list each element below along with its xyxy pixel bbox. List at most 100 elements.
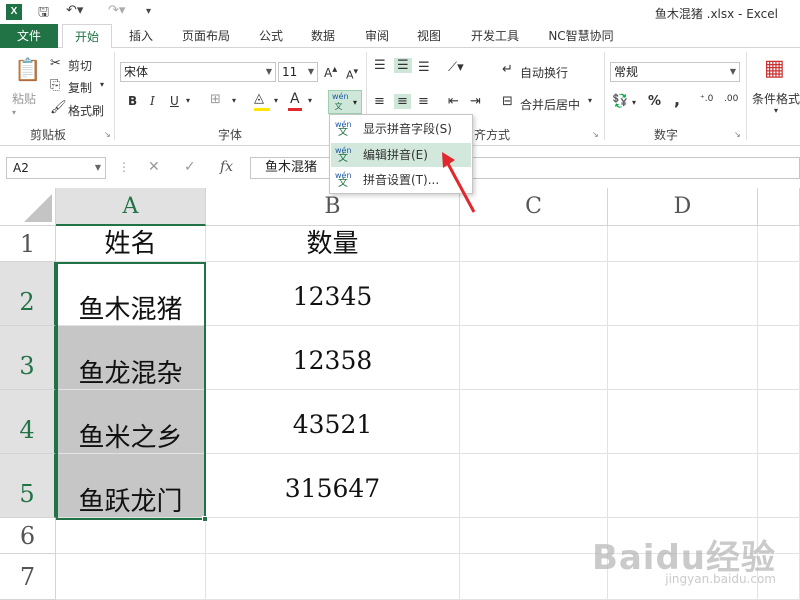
copy-button[interactable]: 复制 — [68, 79, 92, 96]
select-all-corner[interactable] — [0, 188, 56, 226]
cell-a3[interactable]: 鱼龙混杂 — [56, 326, 206, 390]
cell-d5[interactable] — [608, 454, 758, 518]
fill-color-icon[interactable]: ◬ — [254, 91, 264, 106]
decrease-font-icon[interactable]: A▾ — [346, 66, 358, 82]
font-size-combo[interactable]: 11 ▼ — [278, 62, 318, 82]
cell-a4[interactable]: 鱼米之乡 — [56, 390, 206, 454]
tab-home[interactable]: 开始 — [62, 24, 112, 49]
tab-file[interactable]: 文件 — [0, 24, 58, 48]
cell-c1[interactable] — [460, 226, 608, 262]
cell-b4[interactable]: 43521 — [206, 390, 460, 454]
align-right-icon[interactable]: ≡ — [418, 94, 429, 109]
cell-a2[interactable]: 鱼木混猪 — [56, 262, 206, 326]
tab-developer[interactable]: 开发工具 — [462, 24, 528, 48]
tab-insert[interactable]: 插入 — [118, 24, 164, 48]
cell-e5[interactable] — [758, 454, 800, 518]
save-icon[interactable]: 🖫 — [38, 3, 49, 25]
bold-button[interactable]: B — [128, 94, 137, 108]
tab-nc[interactable]: NC智慧协同 — [540, 24, 622, 48]
cell-a7[interactable] — [56, 554, 206, 600]
cell-e4[interactable] — [758, 390, 800, 454]
cell-e2[interactable] — [758, 262, 800, 326]
cell-a1[interactable]: 姓名 — [56, 226, 206, 262]
decrease-decimal-icon[interactable]: .00 — [724, 94, 738, 104]
cell-c2[interactable] — [460, 262, 608, 326]
column-header-c[interactable]: C — [460, 188, 608, 226]
merge-dropdown-icon[interactable]: ▾ — [588, 96, 592, 105]
cut-button[interactable]: 剪切 — [68, 57, 92, 74]
format-painter-button[interactable]: 格式刷 — [68, 102, 104, 119]
undo-icon[interactable]: ↶▾ — [66, 3, 83, 18]
row-header-7[interactable]: 7 — [0, 554, 56, 600]
cell-b6[interactable] — [206, 518, 460, 554]
font-color-dropdown-icon[interactable]: ▾ — [308, 96, 312, 105]
enter-icon[interactable]: ✓ — [184, 159, 196, 175]
cell-b1[interactable]: 数量 — [206, 226, 460, 262]
tab-page-layout[interactable]: 页面布局 — [172, 24, 240, 48]
clipboard-launcher-icon[interactable]: ↘ — [104, 130, 111, 139]
insert-function-icon[interactable]: fx — [220, 159, 233, 175]
conditional-format-button[interactable]: 条件格式 — [752, 90, 800, 107]
cancel-icon[interactable]: ✕ — [148, 159, 160, 175]
number-format-combo[interactable]: 常规 ▼ — [610, 62, 740, 82]
merge-center-button[interactable]: 合并后居中 — [520, 96, 580, 113]
column-header-d[interactable]: D — [608, 188, 758, 226]
increase-decimal-icon[interactable]: ⁺.0 — [700, 94, 713, 104]
column-header-e[interactable] — [758, 188, 800, 226]
font-name-combo[interactable]: 宋体 ▼ — [120, 62, 276, 82]
currency-dropdown-icon[interactable]: ▾ — [632, 98, 636, 107]
tab-data[interactable]: 数据 — [300, 24, 346, 48]
cell-c5[interactable] — [460, 454, 608, 518]
copy-dropdown-icon[interactable]: ▾ — [100, 80, 104, 89]
customize-qat-icon[interactable]: ▾ — [146, 6, 151, 17]
fill-handle[interactable] — [202, 516, 208, 522]
orientation-icon[interactable]: ⟋▾ — [448, 60, 464, 75]
redo-icon[interactable]: ↷▾ — [108, 3, 125, 18]
row-header-5[interactable]: 5 — [0, 454, 56, 518]
number-launcher-icon[interactable]: ↘ — [734, 130, 741, 139]
border-icon[interactable]: ⊞ — [210, 92, 221, 107]
align-middle-icon[interactable]: ☰ — [394, 58, 412, 73]
cell-d3[interactable] — [608, 326, 758, 390]
align-bottom-icon[interactable]: ☰ — [418, 60, 430, 75]
cut-icon[interactable]: ✂ — [50, 56, 61, 71]
border-dropdown-icon[interactable]: ▾ — [232, 96, 236, 105]
align-top-icon[interactable]: ☰ — [374, 58, 386, 73]
cell-e1[interactable] — [758, 226, 800, 262]
cell-b7[interactable] — [206, 554, 460, 600]
row-header-2[interactable]: 2 — [0, 262, 56, 326]
cell-c3[interactable] — [460, 326, 608, 390]
percent-button[interactable]: % — [648, 94, 661, 109]
increase-indent-icon[interactable]: ⇥ — [470, 94, 481, 109]
paste-dropdown-icon[interactable]: ▾ — [12, 108, 16, 117]
cell-d4[interactable] — [608, 390, 758, 454]
row-header-1[interactable]: 1 — [0, 226, 56, 262]
menu-show-phonetic[interactable]: wén 文 显示拼音字段(S) — [331, 117, 471, 141]
wrap-text-button[interactable]: 自动换行 — [520, 64, 568, 81]
cell-d2[interactable] — [608, 262, 758, 326]
paste-icon[interactable]: 📋 — [14, 58, 41, 83]
cell-e3[interactable] — [758, 326, 800, 390]
merge-icon[interactable]: ⊟ — [502, 94, 513, 109]
row-header-6[interactable]: 6 — [0, 518, 56, 554]
cell-b2[interactable]: 12345 — [206, 262, 460, 326]
cell-d1[interactable] — [608, 226, 758, 262]
conditional-format-dropdown-icon[interactable]: ▾ — [774, 106, 778, 115]
font-color-icon[interactable]: A — [290, 91, 300, 107]
alignment-launcher-icon[interactable]: ↘ — [592, 130, 599, 139]
align-center-icon[interactable]: ≡ — [394, 94, 411, 109]
wrap-text-icon[interactable]: ↵ — [502, 62, 513, 77]
cell-b5[interactable]: 315647 — [206, 454, 460, 518]
decrease-indent-icon[interactable]: ⇤ — [448, 94, 459, 109]
underline-button[interactable]: U — [170, 94, 179, 108]
underline-dropdown-icon[interactable]: ▾ — [186, 96, 190, 105]
row-header-4[interactable]: 4 — [0, 390, 56, 454]
copy-icon[interactable]: ⎘ — [50, 78, 60, 93]
tab-formulas[interactable]: 公式 — [248, 24, 294, 48]
align-left-icon[interactable]: ≡ — [374, 94, 385, 109]
cell-a6[interactable] — [56, 518, 206, 554]
row-header-3[interactable]: 3 — [0, 326, 56, 390]
format-painter-icon[interactable]: 🖌 — [50, 100, 67, 115]
tab-review[interactable]: 审阅 — [354, 24, 400, 48]
currency-icon[interactable]: 💱 — [612, 94, 628, 109]
